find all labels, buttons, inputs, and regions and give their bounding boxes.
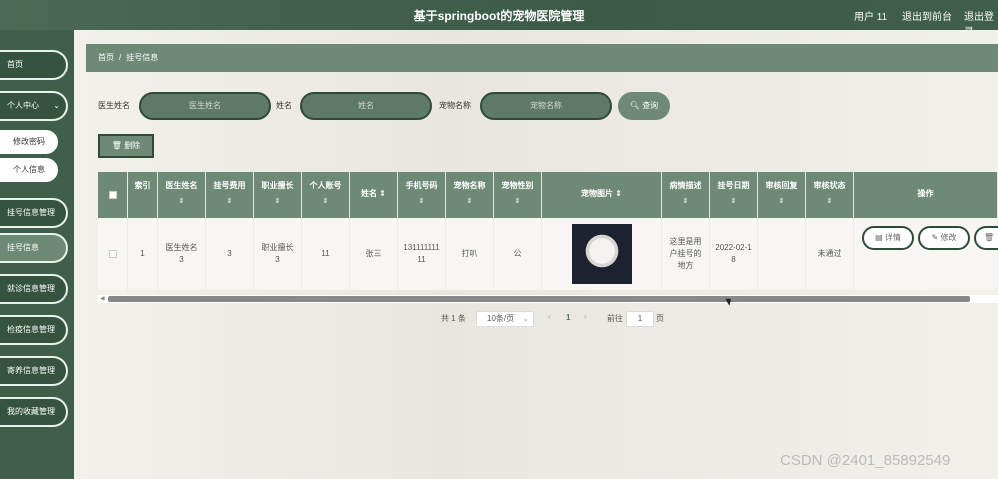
sort-icon: ⇕ — [226, 198, 233, 205]
cell-pet-image — [542, 218, 662, 290]
breadcrumb-current: 挂号信息 — [126, 53, 159, 62]
sidebar-subitem-personal-info[interactable]: 个人信息 — [0, 158, 58, 182]
sort-icon: ⇕ — [274, 198, 281, 205]
breadcrumb: 首页 / 挂号信息 — [86, 44, 998, 72]
table-horizontal-scrollbar[interactable]: ◀ — [98, 295, 998, 303]
sidebar-item-personal-center[interactable]: 个人中心 ⌄ — [0, 91, 68, 121]
white-cat-photo[interactable] — [571, 224, 632, 284]
th-account[interactable]: 个人账号 ⇕ — [302, 172, 350, 218]
sort-icon: ⇕ — [778, 198, 785, 205]
th-phone[interactable]: 手机号码 ⇕ — [398, 172, 446, 218]
doctor-name-input[interactable]: 医生姓名 — [139, 92, 271, 120]
sidebar-subitem-change-password[interactable]: 修改密码 — [0, 130, 58, 154]
registration-table: 索引 医生姓名 ⇕ 挂号费用 ⇕ 职业擅长 ⇕ 个人账号 ⇕ 姓名 ⇕ 手机号码 ⇕ 宠物… — [98, 172, 998, 290]
chevron-down-icon: ⌄ — [522, 314, 529, 323]
page-size-select[interactable]: 10条/页 ⌄ — [476, 311, 534, 327]
delete-button[interactable]: 🗑︎ 删除 — [98, 134, 154, 158]
goto-page-input[interactable]: 1 — [626, 311, 654, 327]
app-title: 基于springboot的宠物医院管理 — [413, 9, 585, 23]
sidebar-item-favorites-management[interactable]: 我的收藏管理 — [0, 397, 68, 427]
row-checkbox[interactable] — [98, 218, 128, 290]
sidebar-item-home[interactable]: 首页 — [0, 50, 68, 80]
pet-name-input[interactable]: 宠物名称 — [480, 92, 612, 120]
sort-icon: ⇕ — [418, 198, 425, 205]
sort-icon: ⇕ — [615, 189, 622, 198]
chevron-down-icon: ⌄ — [53, 101, 60, 110]
th-name[interactable]: 姓名 ⇕ — [350, 172, 398, 218]
detail-icon: ▤ — [875, 233, 883, 242]
search-icon: 🔍︎ — [629, 101, 640, 110]
doctor-name-label: 医生姓名 — [98, 101, 130, 110]
th-pet-gender[interactable]: 宠物性别 ⇕ — [494, 172, 542, 218]
sidebar-item-boarding-management[interactable]: 寄养信息管理 — [0, 356, 68, 386]
detail-button[interactable]: ▤ 详情 — [862, 226, 914, 250]
cell-specialty: 职业擅长3 — [254, 218, 302, 290]
th-actions: 操作 — [854, 172, 998, 218]
sidebar-item-registration-management[interactable]: 挂号信息管理 — [0, 198, 68, 228]
edit-button[interactable]: ✎ 修改 — [918, 226, 970, 250]
sidebar-item-visit-management[interactable]: 就诊信息管理 — [0, 274, 68, 304]
th-specialty[interactable]: 职业擅长 ⇕ — [254, 172, 302, 218]
cell-description: 这里是用户挂号的地方 — [662, 218, 710, 290]
next-page-icon[interactable]: › — [584, 312, 587, 321]
scroll-left-icon[interactable]: ◀ — [100, 295, 105, 302]
trash-icon: 🗑︎ — [984, 233, 995, 242]
cell-account: 11 — [302, 218, 350, 290]
top-bar: 基于springboot的宠物医院管理 用户 11 退出到前台 退出登录 — [0, 0, 998, 38]
cell-date: 2022-02-18 — [710, 218, 758, 290]
cell-reply — [758, 218, 806, 290]
th-index: 索引 — [128, 172, 158, 218]
name-label: 姓名 — [276, 101, 292, 110]
back-to-front-link[interactable]: 退出到前台 — [902, 8, 952, 23]
th-pet-image[interactable]: 宠物图片 ⇕ — [542, 172, 662, 218]
sidebar-item-registration[interactable]: 挂号信息 — [0, 233, 68, 263]
sort-icon: ⇕ — [514, 198, 521, 205]
sort-icon: ⇕ — [379, 189, 386, 198]
prev-page-icon[interactable]: ‹ — [548, 312, 551, 321]
trash-icon: 🗑︎ — [111, 141, 122, 150]
row-delete-button[interactable]: 🗑︎ 删除 — [974, 226, 998, 250]
th-status[interactable]: 审核状态 ⇕ — [806, 172, 854, 218]
th-date[interactable]: 挂号日期 ⇕ — [710, 172, 758, 218]
current-user: 用户 11 — [854, 12, 888, 23]
sidebar-item-quarantine-management[interactable]: 检疫信息管理 — [0, 315, 68, 345]
th-reply[interactable]: 审核回复 ⇕ — [758, 172, 806, 218]
select-all-checkbox[interactable] — [98, 172, 128, 218]
edit-icon: ✎ — [931, 233, 939, 242]
table-header: 索引 医生姓名 ⇕ 挂号费用 ⇕ 职业擅长 ⇕ 个人账号 ⇕ 姓名 ⇕ 手机号码 ⇕ 宠物… — [98, 172, 998, 218]
cell-index: 1 — [128, 218, 158, 290]
pagination-total: 共 1 条 — [441, 314, 466, 323]
sort-icon: ⇕ — [322, 198, 329, 205]
sort-icon: ⇕ — [826, 198, 833, 205]
cell-status: 未通过 — [806, 218, 854, 290]
sort-icon: ⇕ — [730, 198, 737, 205]
cell-pet-gender: 公 — [494, 218, 542, 290]
sort-icon: ⇕ — [466, 198, 473, 205]
sort-icon: ⇕ — [682, 198, 689, 205]
search-button[interactable]: 🔍︎ 查询 — [618, 92, 670, 120]
scrollbar-thumb[interactable] — [108, 296, 970, 302]
page-unit-label: 页 — [656, 314, 664, 323]
cell-phone: 13111111111 — [398, 218, 446, 290]
cell-fee: 3 — [206, 218, 254, 290]
cell-name: 张三 — [350, 218, 398, 290]
th-pet-name[interactable]: 宠物名称 ⇕ — [446, 172, 494, 218]
goto-label: 前往 — [607, 314, 623, 323]
table-row: 1 医生姓名3 3 职业擅长3 11 张三 13111111111 打叭 公 这… — [98, 218, 998, 290]
cell-pet-name: 打叭 — [446, 218, 494, 290]
th-fee[interactable]: 挂号费用 ⇕ — [206, 172, 254, 218]
cell-doctor: 医生姓名3 — [158, 218, 206, 290]
current-page[interactable]: 1 — [566, 313, 570, 322]
sort-icon: ⇕ — [178, 198, 185, 205]
th-doctor-name[interactable]: 医生姓名 ⇕ — [158, 172, 206, 218]
watermark: CSDN @2401_85892549 — [780, 452, 951, 469]
pet-name-label: 宠物名称 — [439, 101, 471, 110]
name-input[interactable]: 姓名 — [300, 92, 432, 120]
th-description[interactable]: 病情描述 ⇕ — [662, 172, 710, 218]
breadcrumb-home[interactable]: 首页 — [98, 53, 114, 62]
